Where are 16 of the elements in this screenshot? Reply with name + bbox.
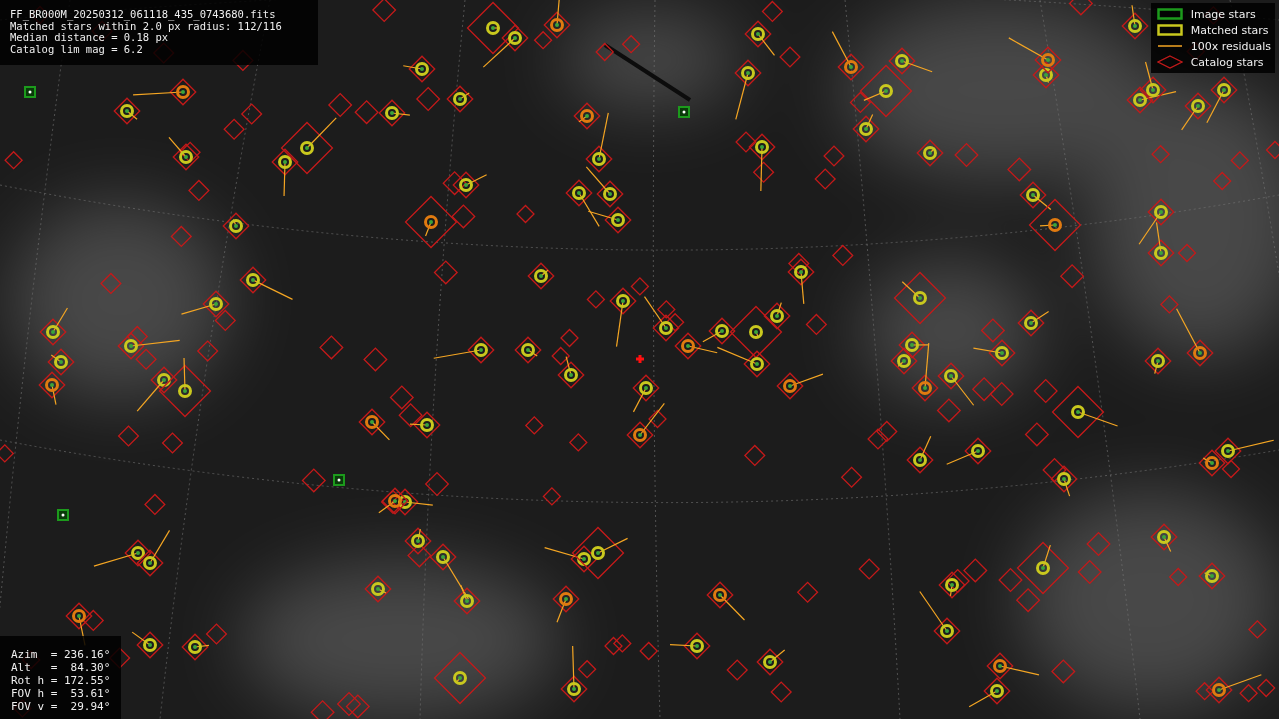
diamond-icon (1156, 55, 1183, 69)
info-text: Median distance = 0.18 px (10, 32, 169, 44)
legend-label: Catalog stars (1190, 55, 1264, 69)
pointing-text: Azim = 236.16° (11, 648, 112, 661)
image-star-symbol-icon (1156, 8, 1183, 20)
pointing-text: FOV v = 29.94° (11, 700, 112, 713)
legend-label: Matched stars (1190, 23, 1269, 37)
legend-label: Image stars (1190, 7, 1256, 21)
pointing-text: Alt = 84.30° (11, 661, 112, 674)
info-text: Catalog lim mag = 6.2 (10, 43, 144, 55)
info-text: Matched stars within 2.0 px radius: 112/116 (10, 20, 283, 32)
pointing-text: Rot h = 172.55° (11, 674, 112, 687)
pointing-text: FOV h = 53.61° (11, 687, 112, 700)
legend-label: 100x residuals (1190, 39, 1271, 53)
info-text: FF_BR000M_20250312_061118_435_0743680.fits (10, 9, 277, 21)
matched-star-symbol-icon (1156, 24, 1183, 36)
